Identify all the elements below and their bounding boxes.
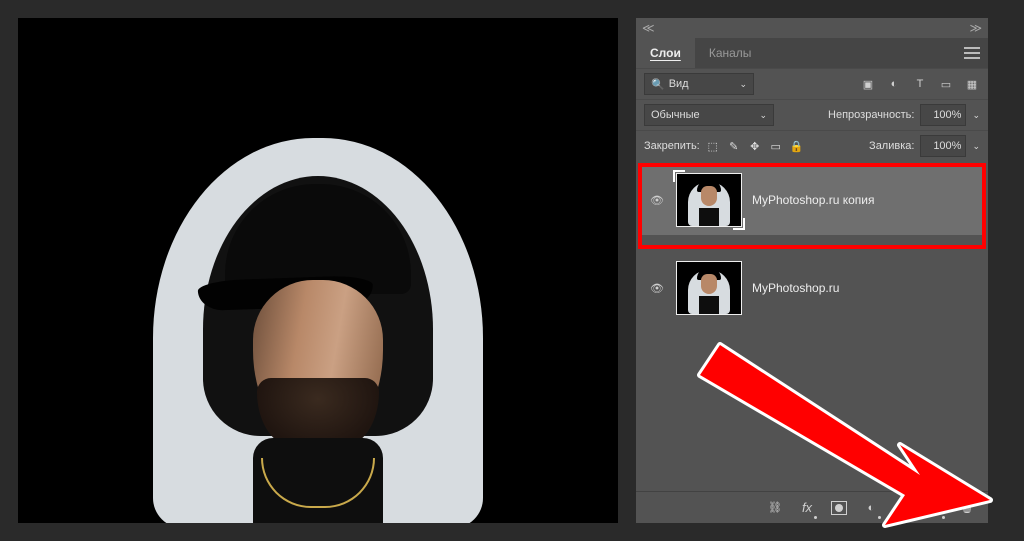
new-group-icon[interactable]: 🖿 [894,499,912,517]
tab-layers[interactable]: Слои [636,38,695,68]
filter-shape-icon[interactable]: ▭ [938,76,954,92]
panel-footer: ⛓ fx ◐ 🖿 ⧉ 🗑 [636,491,988,523]
layer-name[interactable]: MyPhotoshop.ru копия [752,193,874,207]
delete-layer-icon[interactable]: 🗑 [958,499,976,517]
lock-artboard-icon[interactable]: ▭ [769,139,783,153]
filter-pixel-icon[interactable]: ▣ [860,76,876,92]
search-kind-label: Вид [669,78,689,90]
layer-name[interactable]: MyPhotoshop.ru [752,281,839,295]
link-layers-icon[interactable]: ⛓ [766,499,784,517]
tab-channels[interactable]: Каналы [695,38,766,68]
new-layer-icon[interactable]: ⧉ [926,499,944,517]
add-mask-icon[interactable] [830,499,848,517]
lock-position-icon[interactable]: ✥ [748,139,762,153]
fill-label: Заливка: [869,140,914,152]
layer-search[interactable]: 🔍 Вид ⌄ [644,73,754,95]
layers-panel: ≪ ≫ Слои Каналы 🔍 Вид ⌄ ▣ ◐ T ▭ ▦ [636,18,988,523]
chevron-down-icon[interactable]: ⌄ [972,110,980,121]
fill-field[interactable]: 100% [920,135,966,157]
chevron-down-icon: ⌄ [739,79,747,90]
panel-tabs: Слои Каналы [636,38,988,68]
layer-row[interactable]: 👁 MyPhotoshop.ru [642,253,982,323]
search-icon: 🔍 [651,78,665,91]
visibility-toggle[interactable]: 👁 [648,194,666,207]
panel-menu-icon[interactable] [956,47,988,59]
chevron-down-icon[interactable]: ⌄ [972,141,980,152]
layer-filter-row: 🔍 Вид ⌄ ▣ ◐ T ▭ ▦ [636,68,988,99]
lock-label: Закрепить: [644,140,700,152]
opacity-field[interactable]: 100% [920,104,966,126]
filter-type-icon[interactable]: T [912,76,928,92]
layer-row[interactable]: 👁 MyPhotoshop.ru копия [642,165,982,235]
blend-mode-value: Обычные [651,109,700,121]
fx-icon[interactable]: fx [798,499,816,517]
panel-collapse-icon[interactable]: ≪ [642,21,655,35]
new-adjustment-icon[interactable]: ◐ [862,499,880,517]
layer-thumbnail[interactable] [676,261,742,315]
filter-smart-icon[interactable]: ▦ [964,76,980,92]
layers-list: 👁 MyPhotoshop.ru копия 👁 [636,161,988,491]
opacity-label: Непрозрачность: [828,109,914,121]
fill-value: 100% [933,140,961,152]
lock-all-icon[interactable]: 🔒 [790,139,804,153]
blend-row: Обычные ⌄ Непрозрачность: 100% ⌄ [636,99,988,130]
panel-header: ≪ ≫ [636,18,988,38]
layer-thumbnail[interactable] [676,173,742,227]
chevron-down-icon: ⌄ [759,110,767,121]
blend-mode-dropdown[interactable]: Обычные ⌄ [644,104,774,126]
canvas-image [153,138,483,523]
workspace: ≪ ≫ Слои Каналы 🔍 Вид ⌄ ▣ ◐ T ▭ ▦ [0,0,1024,541]
lock-pixels-icon[interactable]: ⬚ [706,139,720,153]
panel-expand-icon[interactable]: ≫ [969,21,982,35]
filter-adjust-icon[interactable]: ◐ [886,76,902,92]
document-canvas[interactable] [18,18,618,523]
lock-brush-icon[interactable]: ✎ [727,139,741,153]
opacity-value: 100% [933,109,961,121]
visibility-toggle[interactable]: 👁 [648,282,666,295]
lock-row: Закрепить: ⬚ ✎ ✥ ▭ 🔒 Заливка: 100% ⌄ [636,130,988,161]
